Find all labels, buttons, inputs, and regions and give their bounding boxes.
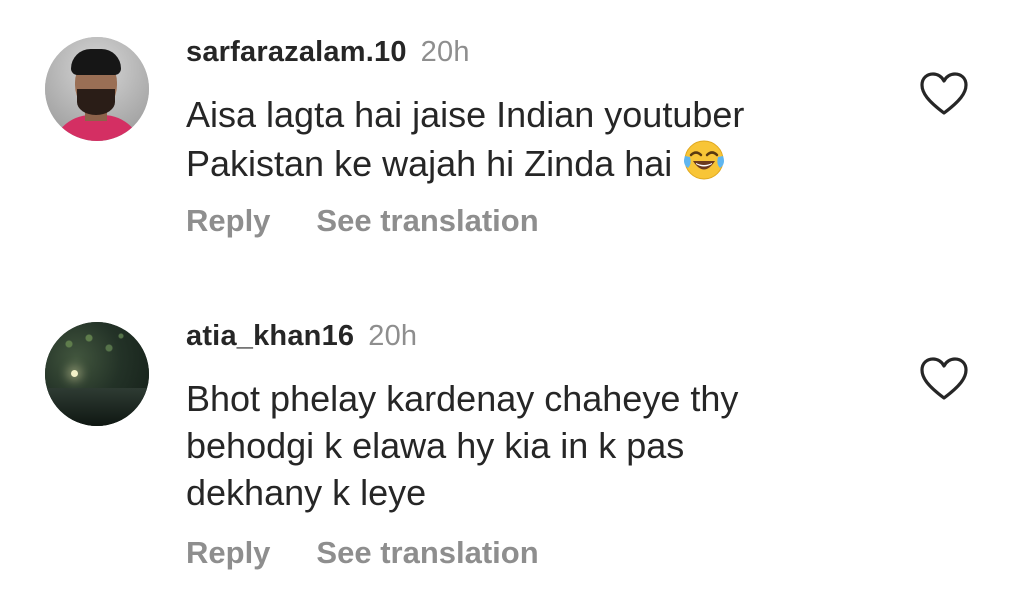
comment-header: sarfarazalam.10 20h	[186, 36, 470, 69]
reply-button[interactable]: Reply	[186, 535, 270, 571]
comment-text: Bhot phelay kardenay chaheye thy behodgi…	[186, 375, 866, 516]
comment-text-line: dekhany k leye	[186, 472, 427, 513]
comment-header: atia_khan16 20h	[186, 320, 417, 353]
face-with-tears-of-joy-icon	[684, 140, 725, 180]
see-translation-button[interactable]: See translation	[316, 535, 538, 571]
heart-outline-icon[interactable]	[919, 71, 969, 117]
timestamp: 20h	[420, 36, 470, 68]
comment-text-line: Aisa lagta hai jaise Indian youtuber	[186, 94, 745, 135]
username-link[interactable]: atia_khan16	[186, 320, 354, 352]
avatar[interactable]	[45, 37, 149, 141]
avatar[interactable]	[45, 322, 149, 426]
comment-text-line: Bhot phelay kardenay chaheye thy	[186, 378, 739, 419]
timestamp: 20h	[368, 320, 418, 352]
comment-text: Aisa lagta hai jaise Indian youtuber Pak…	[186, 91, 866, 187]
heart-outline-icon[interactable]	[919, 356, 969, 402]
comment-item: atia_khan16 20h Bhot phelay kardenay chah…	[0, 300, 1024, 605]
comment-text-line: Pakistan ke wajah hi Zinda hai	[186, 143, 673, 184]
reply-button[interactable]: Reply	[186, 203, 270, 239]
comment-text-line: behodgi k elawa hy kia in k pas	[186, 425, 685, 466]
comment-text-line-with-emoji: Pakistan ke wajah hi Zinda hai	[186, 138, 866, 187]
comment-item: sarfarazalam.10 20h Aisa lagta hai jaise …	[0, 0, 1024, 300]
comment-actions: Reply See translation	[186, 203, 539, 239]
username-link[interactable]: sarfarazalam.10	[186, 36, 407, 68]
see-translation-button[interactable]: See translation	[316, 203, 538, 239]
comment-actions: Reply See translation	[186, 535, 539, 571]
